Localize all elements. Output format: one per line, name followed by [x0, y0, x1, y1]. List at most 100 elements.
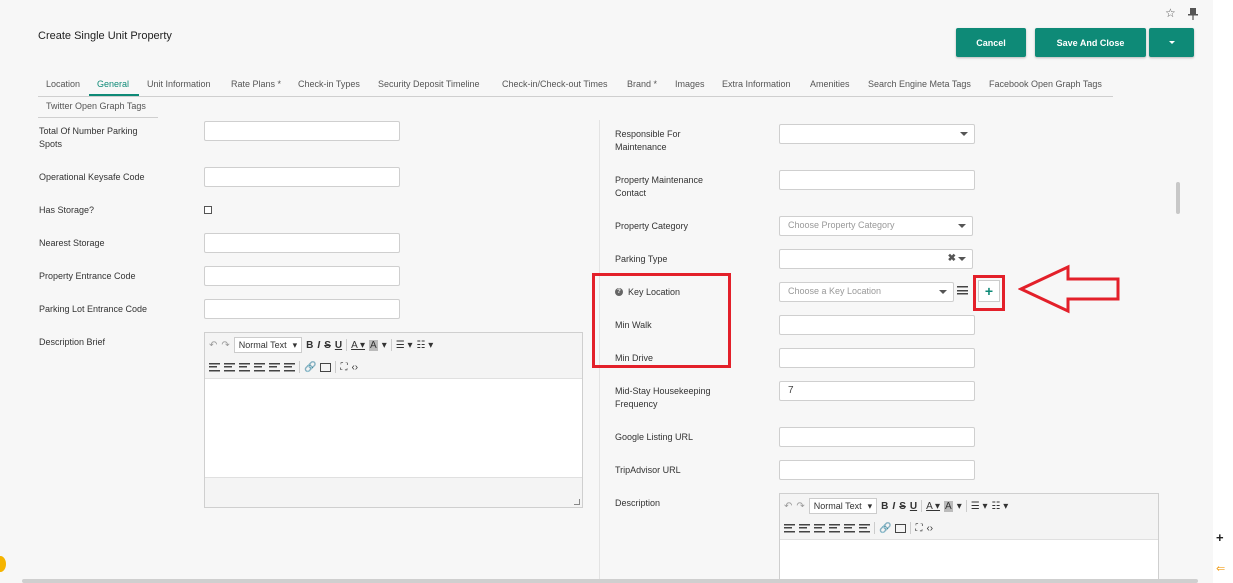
more-actions-dropdown[interactable]: [1149, 28, 1194, 57]
description-editor[interactable]: ↶ ↷ Normal Text ▾ B I S U A ▾ A ▾ ☰ ▾ ☷ ▾ …: [779, 493, 1159, 583]
resize-handle-icon[interactable]: [574, 499, 580, 505]
tab-search-engine-meta-tags[interactable]: Search Engine Meta Tags: [868, 79, 971, 89]
text-format-select[interactable]: Normal Text ▾: [808, 498, 878, 514]
tab-unit-information[interactable]: Unit Information: [147, 79, 211, 89]
housekeeping-frequency-field[interactable]: 7: [779, 381, 975, 401]
parking-spots-label: Total Of Number Parking Spots: [39, 126, 138, 149]
plus-icon[interactable]: +: [1216, 530, 1224, 545]
parking-type-label: Parking Type: [615, 254, 668, 264]
align-right-icon[interactable]: [239, 362, 250, 372]
underline-icon[interactable]: U: [910, 501, 917, 512]
font-color-icon[interactable]: A ▾: [926, 501, 940, 512]
tab-rate-plans[interactable]: Rate Plans *: [231, 79, 281, 89]
tab-facebook-open-graph-tags[interactable]: Facebook Open Graph Tags: [989, 79, 1102, 89]
horizontal-scrollbar[interactable]: [22, 579, 1198, 583]
tripadvisor-url-field[interactable]: [779, 460, 975, 480]
redo-icon[interactable]: ↷: [796, 501, 804, 512]
toolbar-separator: [346, 339, 348, 351]
tab-images[interactable]: Images: [675, 79, 705, 89]
italic-icon[interactable]: I: [317, 340, 320, 351]
tab-location[interactable]: Location: [46, 79, 80, 89]
keysafe-code-field[interactable]: [204, 167, 400, 187]
min-walk-field[interactable]: [779, 315, 975, 335]
parking-type-select[interactable]: ✖: [779, 249, 973, 269]
property-category-select[interactable]: Choose Property Category: [779, 216, 973, 236]
indent-icon[interactable]: [269, 362, 280, 372]
outdent-icon[interactable]: [859, 523, 870, 533]
image-icon[interactable]: [320, 362, 332, 372]
code-view-icon[interactable]: ‹›: [926, 523, 933, 534]
bold-icon[interactable]: B: [306, 340, 313, 351]
tab-check-in-check-out-times[interactable]: Check-in/Check-out Times: [502, 79, 608, 89]
responsible-maintenance-select[interactable]: [779, 124, 975, 144]
underline-icon[interactable]: U: [335, 340, 342, 351]
list-icon[interactable]: [957, 286, 968, 295]
align-left-icon[interactable]: [784, 523, 795, 533]
highlight-box-add-button: [973, 275, 1005, 311]
save-and-close-button[interactable]: Save And Close: [1035, 28, 1146, 57]
highlight-color-icon[interactable]: A: [369, 339, 378, 351]
redo-icon[interactable]: ↷: [221, 340, 229, 351]
fullscreen-icon[interactable]: ⛶: [915, 523, 922, 534]
tab-brand[interactable]: Brand *: [627, 79, 657, 89]
bullet-list-icon[interactable]: ☰ ▾: [396, 340, 413, 351]
bold-icon[interactable]: B: [881, 501, 888, 512]
editor-bottom-bar: [205, 477, 582, 507]
fullscreen-icon[interactable]: ⛶: [340, 362, 347, 373]
align-left-icon[interactable]: [209, 362, 220, 372]
entrance-code-label: Property Entrance Code: [39, 271, 136, 281]
caret-down-icon: ▾: [292, 339, 298, 350]
tab-twitter-open-graph-tags[interactable]: Twitter Open Graph Tags: [46, 101, 146, 111]
arrow-left-icon[interactable]: ⇐: [1216, 562, 1225, 575]
align-justify-icon[interactable]: [254, 362, 265, 372]
outdent-icon[interactable]: [284, 362, 295, 372]
caret-down-icon: [960, 132, 968, 136]
align-right-icon[interactable]: [814, 523, 825, 533]
cancel-button[interactable]: Cancel: [956, 28, 1026, 57]
google-listing-url-field[interactable]: [779, 427, 975, 447]
indent-icon[interactable]: [844, 523, 855, 533]
clear-icon[interactable]: ✖: [948, 253, 956, 264]
has-storage-checkbox[interactable]: [204, 206, 212, 214]
image-icon[interactable]: [895, 523, 907, 533]
parking-lot-code-field[interactable]: [204, 299, 400, 319]
parking-spots-field[interactable]: [204, 121, 400, 141]
code-view-icon[interactable]: ‹›: [351, 362, 358, 373]
align-center-icon[interactable]: [799, 523, 810, 533]
numbered-list-icon[interactable]: ☷ ▾: [991, 501, 1008, 512]
caret-down-icon: ▾: [867, 500, 873, 511]
description-brief-editor[interactable]: ↶ ↷ Normal Text ▾ B I S U A ▾ A ▾ ☰ ▾ ☷ ▾ …: [204, 332, 583, 508]
strikethrough-icon[interactable]: S: [899, 501, 906, 512]
caret-down-icon: ▾: [956, 500, 962, 512]
tab-security-deposit-timeline[interactable]: Security Deposit Timeline: [378, 79, 480, 89]
link-icon[interactable]: 🔗: [879, 523, 891, 534]
pin-icon[interactable]: [1188, 8, 1198, 20]
align-center-icon[interactable]: [224, 362, 235, 372]
font-color-icon[interactable]: A ▾: [351, 340, 365, 351]
undo-icon[interactable]: ↶: [784, 501, 792, 512]
keysafe-code-label: Operational Keysafe Code: [39, 172, 145, 182]
tab-extra-information[interactable]: Extra Information: [722, 79, 791, 89]
numbered-list-icon[interactable]: ☷ ▾: [416, 340, 433, 351]
italic-icon[interactable]: I: [892, 501, 895, 512]
parking-lot-code-label: Parking Lot Entrance Code: [39, 304, 148, 314]
text-format-select[interactable]: Normal Text ▾: [233, 337, 303, 353]
tab-general[interactable]: General: [97, 79, 129, 89]
tab-amenities[interactable]: Amenities: [810, 79, 850, 89]
bullet-list-icon[interactable]: ☰ ▾: [971, 501, 988, 512]
entrance-code-field[interactable]: [204, 266, 400, 286]
housekeeping-frequency-label: Mid-Stay Housekeeping Frequency: [615, 386, 711, 409]
vertical-scrollbar[interactable]: [1176, 182, 1180, 214]
highlight-color-icon[interactable]: A: [944, 500, 953, 512]
align-justify-icon[interactable]: [829, 523, 840, 533]
nearest-storage-field[interactable]: [204, 233, 400, 253]
undo-icon[interactable]: ↶: [209, 340, 217, 351]
strikethrough-icon[interactable]: S: [324, 340, 331, 351]
link-icon[interactable]: 🔗: [304, 362, 316, 373]
tab-check-in-types[interactable]: Check-in Types: [298, 79, 360, 89]
tripadvisor-url-label: TripAdvisor URL: [615, 465, 681, 475]
maintenance-contact-field[interactable]: [779, 170, 975, 190]
star-icon[interactable]: ☆: [1165, 6, 1176, 20]
key-location-select[interactable]: Choose a Key Location: [779, 282, 954, 302]
min-drive-field[interactable]: [779, 348, 975, 368]
